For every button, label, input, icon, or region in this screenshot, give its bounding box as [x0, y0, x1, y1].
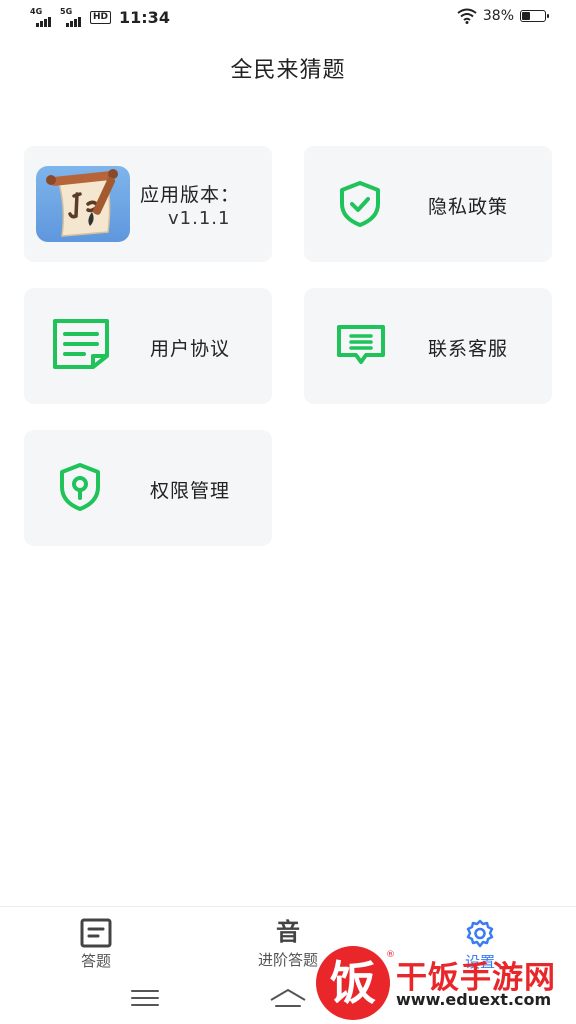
status-right: 38% [457, 8, 549, 24]
watermark: 饭 ® 干饭手游网 www.eduext.com [316, 946, 576, 1020]
shield-check-icon [340, 181, 380, 227]
chat-bubble-icon [337, 325, 385, 364]
menu-icon[interactable] [130, 988, 160, 1008]
battery-icon [520, 10, 549, 22]
privacy-policy-label: 隐私政策 [428, 196, 509, 218]
privacy-policy-card[interactable]: 隐私政策 [304, 146, 552, 262]
battery-percent: 38% [482, 8, 514, 24]
status-bar: 4G 5G HD 11:34 38% [0, 0, 576, 36]
watermark-registered-mark: ® [386, 950, 395, 960]
watermark-logo: 饭 [316, 946, 390, 1020]
signal-5g-icon: 5G [60, 6, 84, 27]
watermark-url: www.eduext.com [396, 990, 552, 1009]
tab-advanced-answer-label: 进阶答题 [257, 951, 318, 969]
app-version-card: 应用版本： v1.1.1 [24, 146, 272, 262]
signal-4g-icon: 4G [30, 6, 54, 27]
version-title: 应用版本： [140, 184, 241, 206]
user-agreement-label: 用户协议 [150, 338, 231, 360]
clock: 11:34 [119, 8, 170, 27]
user-agreement-card[interactable]: 用户协议 [24, 288, 272, 404]
answer-board-icon [80, 918, 112, 948]
shield-keyhole-icon [60, 463, 100, 511]
signal-4g-label: 4G [30, 6, 43, 16]
status-left: 4G 5G HD 11:34 [30, 6, 170, 28]
permission-management-card[interactable]: 权限管理 [24, 430, 272, 546]
home-icon[interactable] [268, 986, 308, 1010]
signal-5g-label: 5G [60, 6, 73, 16]
advanced-answer-icon: 音 [276, 918, 300, 946]
wifi-icon [457, 8, 477, 24]
app-logo [36, 166, 130, 242]
hd-voice-icon: HD [90, 11, 112, 24]
permission-management-label: 权限管理 [150, 480, 231, 502]
tab-answer-label: 答题 [80, 952, 111, 970]
gear-icon [466, 919, 494, 948]
document-icon [53, 319, 109, 369]
version-value: v1.1.1 [168, 208, 231, 229]
contact-service-card[interactable]: 联系客服 [304, 288, 552, 404]
battery-fill [522, 12, 530, 20]
page-title: 全民来猜题 [230, 58, 346, 83]
tab-answer[interactable]: 答题 [56, 907, 136, 977]
contact-service-label: 联系客服 [428, 338, 509, 360]
